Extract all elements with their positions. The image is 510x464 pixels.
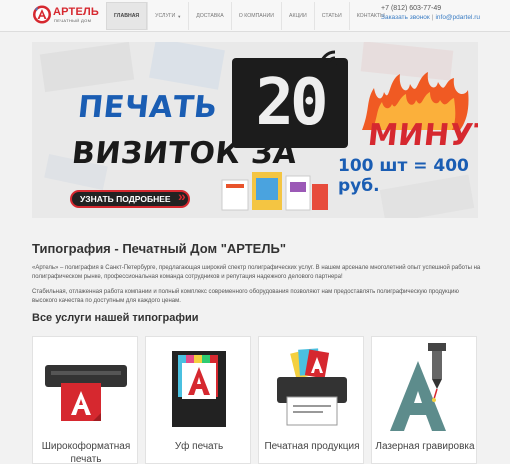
nav-item-promotions[interactable]: АКЦИИ — [280, 2, 314, 30]
service-card-uv-print[interactable]: Уф печать — [145, 336, 251, 464]
main-nav: ГЛАВНАЯ УСЛУГИ ▼ ДОСТАВКА О КОМПАНИИ АКЦИ… — [106, 2, 392, 30]
phone-number[interactable]: +7 (812) 603-77-49 — [381, 5, 480, 12]
banner-price: 100 шт = 400 руб. — [338, 156, 469, 196]
nav-item-label: СТАТЬИ — [321, 13, 342, 19]
logo[interactable]: АРТЕЛЬ ПЕЧАТНЫЙ ДОМ — [33, 4, 103, 26]
nav-item-label: О КОМПАНИИ — [238, 13, 274, 19]
learn-more-button[interactable]: УЗНАТЬ ПОДРОБНЕЕ — [70, 190, 190, 208]
logo-icon — [33, 5, 51, 24]
promo-banner[interactable]: ПЕЧАТЬ ВИЗИТОК ЗА 20 МИНУТ 100 шт = 400 … — [32, 42, 478, 218]
nav-item-home[interactable]: ГЛАВНАЯ — [106, 2, 148, 30]
service-card-printing[interactable]: Печатная продукция — [258, 336, 364, 464]
nav-item-delivery[interactable]: ДОСТАВКА — [188, 2, 231, 30]
arrow-right-icon: » — [178, 188, 186, 204]
nav-item-articles[interactable]: СТАТЬИ — [313, 2, 349, 30]
timer-display: 20 — [232, 58, 348, 148]
logo-subtitle: ПЕЧАТНЫЙ ДОМ — [54, 18, 92, 23]
services-heading: Все услуги нашей типографии — [32, 312, 199, 324]
banner-unit: МИНУТ — [366, 118, 478, 153]
about-paragraph: Стабильная, отлаженная работа компании и… — [32, 289, 459, 304]
callback-link[interactable]: Заказать звонок — [381, 14, 430, 21]
about-paragraph: «Артель» – полиграфия в Санкт-Петербурге… — [32, 265, 481, 280]
business-cards-image — [221, 172, 328, 211]
chevron-down-icon: ▼ — [177, 13, 182, 19]
nav-item-label: АКЦИИ — [288, 13, 307, 19]
logo-title: АРТЕЛЬ — [53, 6, 100, 18]
separator: | — [431, 14, 434, 21]
nav-item-about[interactable]: О КОМПАНИИ — [230, 2, 281, 30]
uv-print-icon — [172, 351, 226, 427]
nav-item-label: ДОСТАВКА — [196, 13, 224, 19]
service-label: Печатная продукция — [264, 441, 360, 452]
nav-item-services[interactable]: УСЛУГИ ▼ — [147, 2, 188, 30]
printer-icon — [277, 348, 347, 426]
site-header: АРТЕЛЬ ПЕЧАТНЫЙ ДОМ ГЛАВНАЯ УСЛУГИ ▼ ДОСТ… — [0, 0, 510, 32]
service-label: Широкоформатная печать — [41, 441, 131, 464]
service-label: Уф печать — [174, 441, 224, 452]
service-card-wide-format[interactable]: Широкоформатная печать — [32, 336, 138, 464]
service-card-laser[interactable]: Лазерная гравировка — [371, 336, 477, 464]
service-label: Лазерная гравировка — [375, 441, 475, 452]
laser-engraving-icon — [390, 343, 446, 431]
signal-icon — [319, 50, 338, 68]
contact-links: Заказать звонок | info@pdartel.ru — [381, 14, 480, 21]
nav-item-label: УСЛУГИ — [155, 13, 176, 19]
email-link[interactable]: info@pdartel.ru — [435, 14, 480, 21]
banner-headline-1: ПЕЧАТЬ — [76, 90, 220, 125]
wide-format-printer-icon — [45, 365, 127, 421]
header-contacts: +7 (812) 603-77-49 Заказать звонок | info@… — [381, 5, 480, 21]
page-title: Типография - Печатный Дом "АРТЕЛЬ" — [32, 241, 286, 256]
nav-item-label: ГЛАВНАЯ — [114, 13, 140, 19]
